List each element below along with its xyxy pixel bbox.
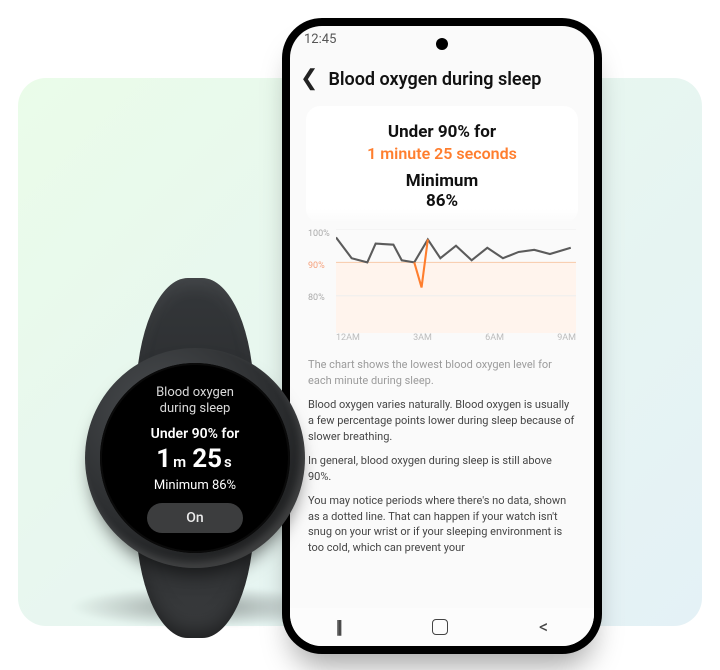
phone-mockup: 12:45 ❮ Blood oxygen during sleep Under … bbox=[282, 18, 602, 654]
android-nav-bar: ||| < bbox=[290, 608, 594, 646]
watch-title: Blood oxygen during sleep bbox=[156, 385, 234, 418]
phone-screen: 12:45 ❮ Blood oxygen during sleep Under … bbox=[290, 26, 594, 646]
watch-under-label: Under 90% for bbox=[151, 426, 240, 442]
nav-home-icon[interactable] bbox=[432, 619, 448, 635]
info-p2: In general, blood oxygen during sleep is… bbox=[308, 453, 576, 485]
nav-back-icon[interactable]: < bbox=[539, 617, 548, 638]
x-tick: 3AM bbox=[413, 333, 432, 349]
watch-toggle-button[interactable]: On bbox=[147, 503, 243, 533]
info-p1: Blood oxygen varies naturally. Blood oxy… bbox=[308, 397, 576, 445]
summary-card: Under 90% for 1 minute 25 seconds Minimu… bbox=[306, 106, 578, 223]
x-tick: 6AM bbox=[485, 333, 504, 349]
caption-text: The chart shows the lowest blood oxygen … bbox=[308, 357, 576, 389]
watch-face: Blood oxygen during sleep Under 90% for … bbox=[100, 363, 290, 553]
page-title: Blood oxygen during sleep bbox=[328, 69, 541, 90]
app-header: ❮ Blood oxygen during sleep bbox=[290, 64, 594, 102]
x-tick: 9AM bbox=[557, 333, 576, 349]
minimum-label: Minimum bbox=[316, 171, 568, 191]
y-tick-100: 100% bbox=[308, 229, 330, 239]
info-paragraphs: Blood oxygen varies naturally. Blood oxy… bbox=[308, 397, 576, 556]
under-threshold-label: Under 90% for bbox=[316, 122, 568, 142]
y-tick-90: 90% bbox=[308, 261, 325, 271]
watch-mockup: Blood oxygen during sleep Under 90% for … bbox=[60, 278, 330, 638]
watch-duration: 1m 25s bbox=[156, 444, 234, 474]
watch-minimum: Minimum 86% bbox=[154, 478, 236, 493]
info-p3: You may notice periods where there's no … bbox=[308, 493, 576, 557]
phone-camera-hole bbox=[436, 38, 448, 50]
under-threshold-value: 1 minute 25 seconds bbox=[316, 144, 568, 163]
chart-caption: The chart shows the lowest blood oxygen … bbox=[308, 357, 576, 389]
watch-body: Blood oxygen during sleep Under 90% for … bbox=[85, 348, 305, 568]
status-time: 12:45 bbox=[304, 32, 336, 47]
x-tick: 12AM bbox=[336, 333, 360, 349]
spo2-chart[interactable]: 100% 90% 80% 12AM 3AM 6AM 9AM bbox=[308, 229, 576, 349]
nav-recents-icon[interactable]: ||| bbox=[336, 617, 340, 638]
minimum-value: 86% bbox=[316, 191, 568, 211]
back-icon[interactable]: ❮ bbox=[300, 68, 318, 90]
x-axis-labels: 12AM 3AM 6AM 9AM bbox=[336, 333, 576, 349]
chart-svg bbox=[336, 229, 576, 333]
